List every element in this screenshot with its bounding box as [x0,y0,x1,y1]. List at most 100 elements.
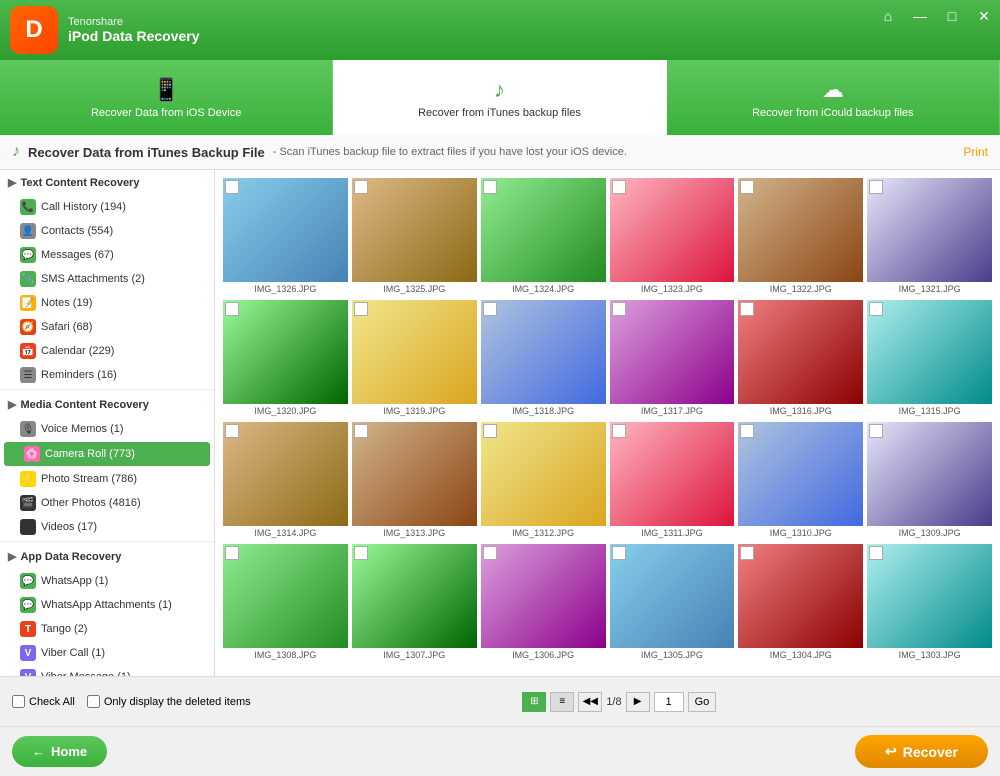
photo-checkbox[interactable] [225,302,239,316]
photo-item[interactable]: IMG_1306.JPG [481,544,606,662]
photo-thumbnail [352,300,477,404]
photo-item[interactable]: IMG_1324.JPG [481,178,606,296]
recover-button[interactable]: ↩ Recover [855,735,988,768]
photo-checkbox[interactable] [483,424,497,438]
photo-checkbox[interactable] [483,546,497,560]
photo-checkbox[interactable] [612,302,626,316]
photo-item[interactable]: IMG_1319.JPG [352,300,477,418]
photo-checkbox[interactable] [225,424,239,438]
photo-item[interactable]: IMG_1314.JPG [223,422,348,540]
sidebar-item-safari[interactable]: 🧭 Safari (68) [0,315,214,339]
cloud-icon: ☁ [822,77,844,103]
sidebar-item-voice-memos[interactable]: 🎙 Voice Memos (1) [0,417,214,441]
photo-checkbox[interactable] [612,424,626,438]
section-media-content[interactable]: ▶ Media Content Recovery [0,392,214,417]
photo-item[interactable]: IMG_1313.JPG [352,422,477,540]
photo-item[interactable]: IMG_1322.JPG [738,178,863,296]
photo-item[interactable]: IMG_1320.JPG [223,300,348,418]
photo-checkbox[interactable] [740,424,754,438]
home-arrow-icon: ← [32,744,45,759]
home-button[interactable]: ← Home [12,736,107,767]
arrow-icon: ▶ [8,550,16,563]
sidebar-item-calendar[interactable]: 📅 Calendar (229) [0,339,214,363]
tango-icon: T [20,621,36,637]
only-deleted-label[interactable]: Only display the deleted items [87,695,251,708]
page-input[interactable] [654,692,684,712]
photo-item[interactable]: IMG_1323.JPG [610,178,735,296]
photo-checkbox[interactable] [869,180,883,194]
photo-checkbox[interactable] [740,302,754,316]
photo-item[interactable]: IMG_1304.JPG [738,544,863,662]
next-page-button[interactable]: ▶ [626,692,650,712]
sidebar-item-camera-roll[interactable]: 🌸 Camera Roll (773) [4,442,210,466]
photo-checkbox[interactable] [612,546,626,560]
sidebar-item-call-history[interactable]: 📞 Call History (194) [0,195,214,219]
photo-checkbox[interactable] [354,180,368,194]
sidebar-item-whatsapp-attachments[interactable]: 💬 WhatsApp Attachments (1) [0,593,214,617]
sidebar-item-viber-message[interactable]: V Viber Message (1) [0,665,214,676]
tab-ios-device[interactable]: 📱 Recover Data from iOS Device [0,60,333,135]
photo-item[interactable]: IMG_1315.JPG [867,300,992,418]
photo-checkbox[interactable] [869,424,883,438]
title-bar: D Tenorshare iPod Data Recovery ⌂ — □ ✕ [0,0,1000,60]
photo-item[interactable]: IMG_1303.JPG [867,544,992,662]
photo-checkbox[interactable] [354,302,368,316]
close-button[interactable]: ✕ [968,0,1000,32]
photo-checkbox[interactable] [225,546,239,560]
print-link[interactable]: Print [963,145,988,159]
only-deleted-text: Only display the deleted items [104,696,251,708]
photo-checkbox[interactable] [354,424,368,438]
sidebar-item-sms-attachments[interactable]: 📎 SMS Attachments (2) [0,267,214,291]
reminders-icon: ☰ [20,367,36,383]
photo-grid: IMG_1326.JPGIMG_1325.JPGIMG_1324.JPGIMG_… [215,170,1000,676]
maximize-button[interactable]: □ [936,0,968,32]
photo-checkbox[interactable] [869,302,883,316]
photo-checkbox[interactable] [869,546,883,560]
photo-item[interactable]: IMG_1321.JPG [867,178,992,296]
sidebar-item-messages[interactable]: 💬 Messages (67) [0,243,214,267]
sidebar-item-contacts[interactable]: 👤 Contacts (554) [0,219,214,243]
photo-checkbox[interactable] [740,180,754,194]
sidebar-item-whatsapp[interactable]: 💬 WhatsApp (1) [0,569,214,593]
photo-item[interactable]: IMG_1305.JPG [610,544,735,662]
list-view-button[interactable]: ≡ [550,692,574,712]
photo-item[interactable]: IMG_1326.JPG [223,178,348,296]
section-app-data[interactable]: ▶ App Data Recovery [0,544,214,569]
check-all-label[interactable]: Check All [12,695,75,708]
tab-icloud[interactable]: ☁ Recover from iCould backup files [667,60,1000,135]
photo-item[interactable]: IMG_1325.JPG [352,178,477,296]
photo-checkbox[interactable] [740,546,754,560]
sidebar-item-notes[interactable]: 📝 Notes (19) [0,291,214,315]
photo-checkbox[interactable] [483,180,497,194]
home-window-button[interactable]: ⌂ [872,0,904,32]
sidebar-item-other-photos[interactable]: 🎬 Other Photos (4816) [0,491,214,515]
photo-item[interactable]: IMG_1308.JPG [223,544,348,662]
only-deleted-checkbox[interactable] [87,695,100,708]
photo-item[interactable]: IMG_1309.JPG [867,422,992,540]
photo-item[interactable]: IMG_1312.JPG [481,422,606,540]
photo-item[interactable]: IMG_1307.JPG [352,544,477,662]
photo-checkbox[interactable] [483,302,497,316]
sidebar-item-reminders[interactable]: ☰ Reminders (16) [0,363,214,387]
photo-checkbox[interactable] [612,180,626,194]
photo-item[interactable]: IMG_1317.JPG [610,300,735,418]
photo-item[interactable]: IMG_1311.JPG [610,422,735,540]
photo-item[interactable]: IMG_1310.JPG [738,422,863,540]
photo-thumbnail [738,178,863,282]
sidebar-item-videos[interactable]: ▶ Videos (17) [0,515,214,539]
go-button[interactable]: Go [688,692,717,712]
tab-itunes[interactable]: ♪ Recover from iTunes backup files [333,60,666,135]
minimize-button[interactable]: — [904,0,936,32]
photo-checkbox[interactable] [354,546,368,560]
check-all-checkbox[interactable] [12,695,25,708]
grid-view-button[interactable]: ⊞ [522,692,546,712]
sidebar-item-photo-stream[interactable]: 🌟 Photo Stream (786) [0,467,214,491]
first-page-button[interactable]: ◀◀ [578,692,602,712]
message-icon: 💬 [20,247,36,263]
section-text-content[interactable]: ▶ Text Content Recovery [0,170,214,195]
photo-checkbox[interactable] [225,180,239,194]
sidebar-item-viber-call[interactable]: V Viber Call (1) [0,641,214,665]
photo-item[interactable]: IMG_1316.JPG [738,300,863,418]
sidebar-item-tango[interactable]: T Tango (2) [0,617,214,641]
photo-item[interactable]: IMG_1318.JPG [481,300,606,418]
